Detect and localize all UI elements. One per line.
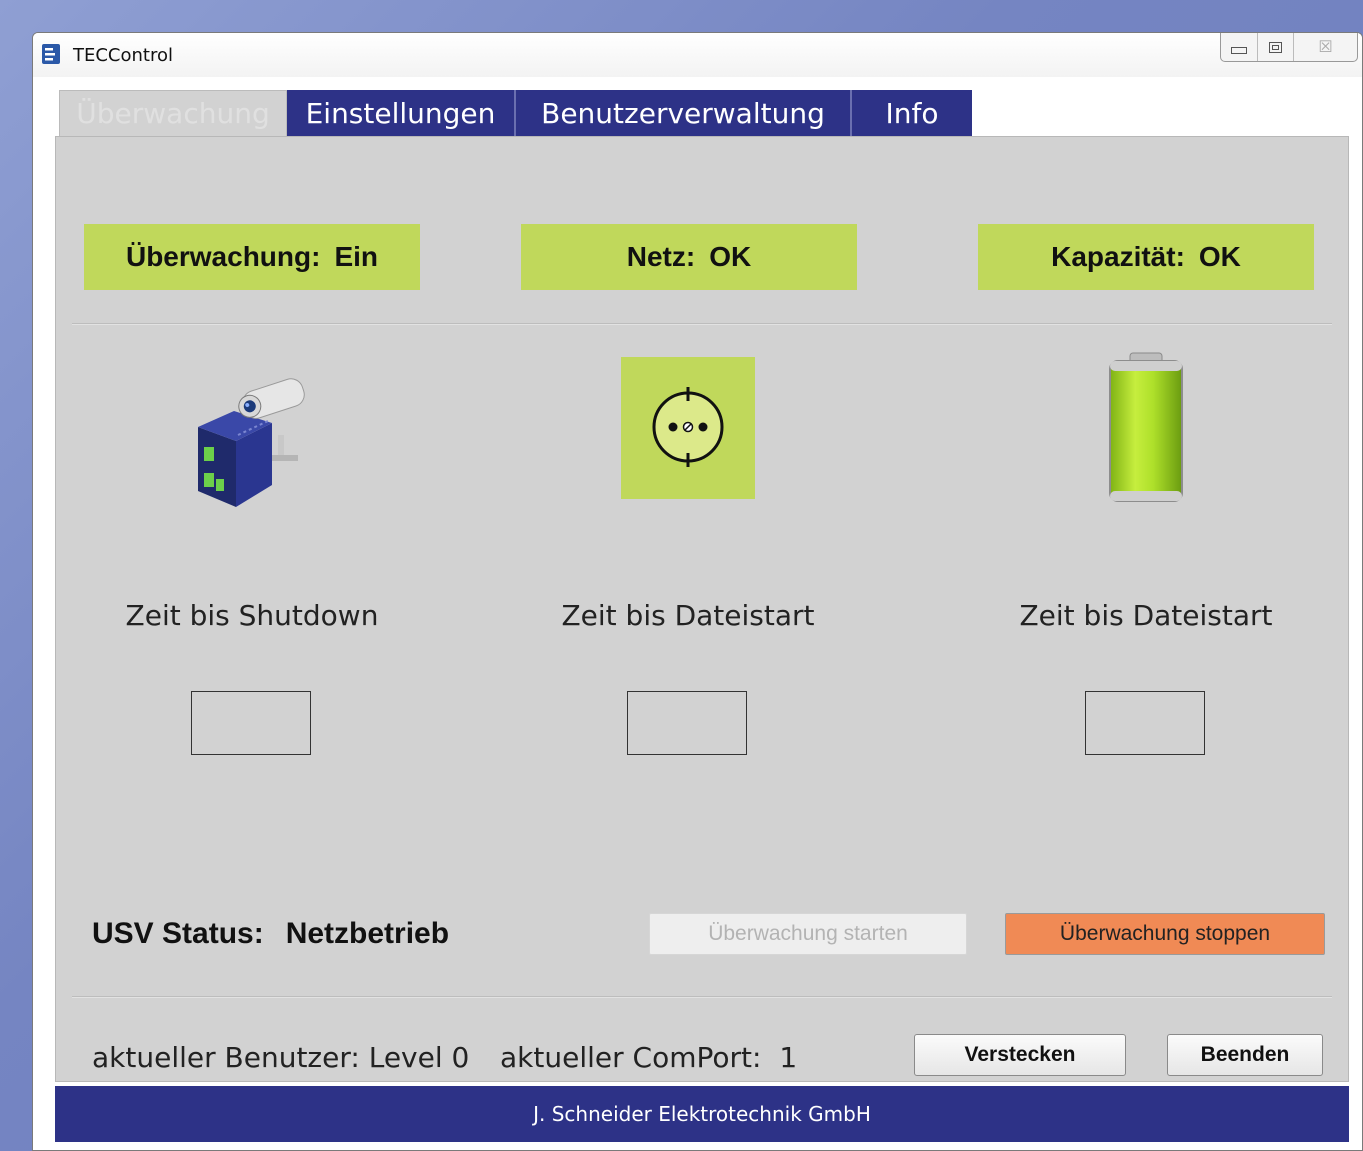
start-monitoring-button[interactable]: Überwachung starten [649,913,967,955]
timer-label-shutdown: Zeit bis Shutdown [125,599,379,632]
maximize-button[interactable] [1257,33,1293,61]
current-user: aktueller Benutzer: Level 0 [92,1041,469,1074]
current-user-label: aktueller Benutzer: [92,1041,360,1074]
tab-info[interactable]: Info [852,90,972,136]
capacity-status-value: OK [1198,241,1241,272]
current-comport-value: 1 [779,1041,798,1074]
monitoring-status-label: Überwachung: [125,241,321,272]
divider-top [72,323,1332,325]
close-icon: ☒ [1318,39,1333,56]
current-comport-label: aktueller ComPort: [500,1041,762,1074]
current-user-value: Level 0 [368,1041,470,1074]
tab-bar: Überwachung Einstellungen Benutzerverwal… [59,90,972,136]
usv-status-label: USV Status: [92,917,264,950]
camera-device-icon [198,378,305,507]
shutdown-timer-field [191,691,311,755]
capacity-status-label: Kapazität: [1051,241,1185,272]
monitoring-status-box: Überwachung: Ein [84,224,420,290]
divider-bottom [72,996,1332,998]
timer-label-datei-1: Zeit bis Dateistart [561,599,815,632]
quit-button[interactable]: Beenden [1167,1034,1323,1076]
title-bar[interactable]: TECControl ☒ [33,33,1362,77]
hide-button[interactable]: Verstecken [914,1034,1126,1076]
usv-status-value: Netzbetrieb [285,917,450,950]
tab-benutzerverwaltung[interactable]: Benutzerverwaltung [516,90,852,136]
grid-status-value: OK [709,241,752,272]
company-footer: J. Schneider Elektrotechnik GmbH [55,1086,1349,1142]
usv-status: USV Status: Netzbetrieb [92,917,449,951]
grid-status-label: Netz: [626,241,696,272]
app-logo-icon [42,44,60,64]
monitoring-panel: Überwachung: Ein Netz: OK Kapazität: OK [55,136,1349,1082]
monitoring-status-value: Ein [334,241,379,272]
timer-label-datei-2: Zeit bis Dateistart [1019,599,1273,632]
window-title: TECControl [73,45,174,66]
app-window: TECControl ☒ Überwachung Einstellungen B… [32,32,1363,1151]
grid-status-box: Netz: OK [521,224,857,290]
power-socket-icon [621,357,755,499]
stop-monitoring-button[interactable]: Überwachung stoppen [1005,913,1325,955]
tab-einstellungen[interactable]: Einstellungen [287,90,516,136]
minimize-button[interactable] [1221,33,1257,61]
maximize-icon [1269,41,1282,53]
client-area: Überwachung Einstellungen Benutzerverwal… [55,90,1349,1142]
datei-timer-field-2 [1085,691,1205,755]
battery-icon [1109,352,1183,502]
datei-timer-field-1 [627,691,747,755]
capacity-status-box: Kapazität: OK [978,224,1314,290]
window-controls: ☒ [1220,33,1358,62]
current-comport: aktueller ComPort: 1 [500,1041,797,1074]
tab-ueberwachung[interactable]: Überwachung [59,90,287,136]
close-button[interactable]: ☒ [1293,33,1357,61]
minimize-icon [1231,46,1247,54]
